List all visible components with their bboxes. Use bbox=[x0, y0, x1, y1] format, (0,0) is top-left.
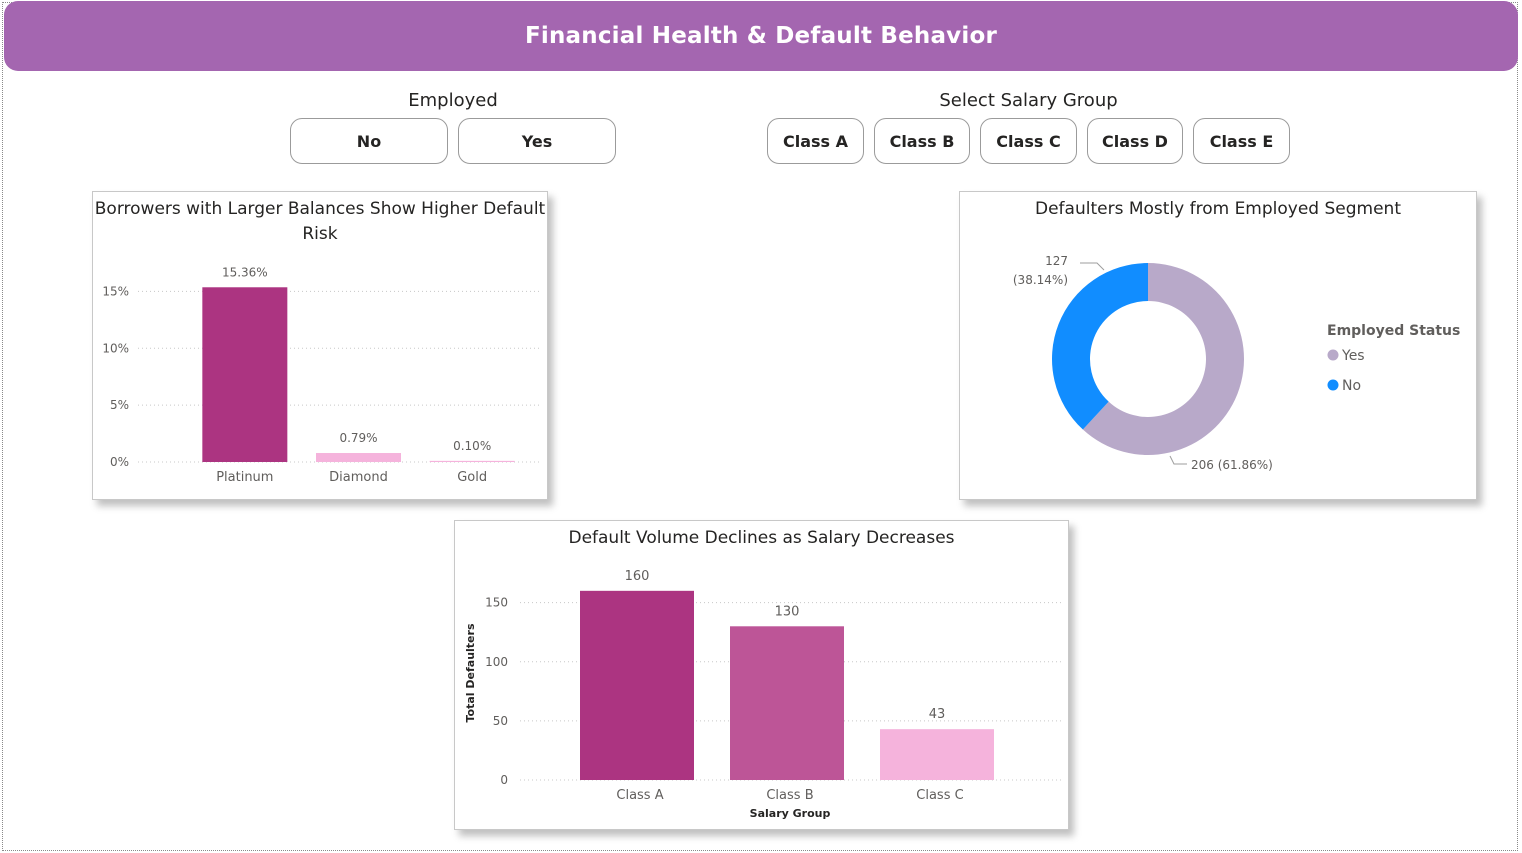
x-tick-label-class-a: Class A bbox=[616, 788, 663, 803]
salary-option-class-b[interactable]: Class B bbox=[874, 118, 970, 164]
bar-platinum bbox=[202, 287, 288, 462]
data-label-gold: 0.10% bbox=[453, 439, 491, 453]
y-tick-label: 5% bbox=[110, 398, 129, 412]
salary-option-class-a[interactable]: Class A bbox=[767, 118, 864, 164]
employed-option-no[interactable]: No bbox=[290, 118, 448, 164]
balance-chart-card[interactable]: Borrowers with Larger Balances Show High… bbox=[92, 191, 548, 500]
bar-gold bbox=[429, 460, 515, 462]
y-tick-label: 10% bbox=[102, 341, 129, 355]
y-tick-label: 15% bbox=[102, 284, 129, 298]
leader-line-yes bbox=[1169, 455, 1187, 465]
legend-label-no: No bbox=[1342, 378, 1361, 394]
bar-class-c bbox=[880, 729, 994, 780]
legend-marker-no bbox=[1327, 379, 1339, 391]
data-label-platinum: 15.36% bbox=[222, 265, 268, 279]
data-label-class-b: 130 bbox=[775, 604, 800, 619]
report-title: Financial Health & Default Behavior bbox=[524, 23, 997, 49]
data-label-no-percent: (38.14%) bbox=[1013, 273, 1068, 287]
salary-option-class-e[interactable]: Class E bbox=[1193, 118, 1290, 164]
employed-option-yes[interactable]: Yes bbox=[458, 118, 616, 164]
x-tick-label-class-c: Class C bbox=[916, 788, 963, 803]
bar-class-b bbox=[730, 626, 844, 780]
report-header: Financial Health & Default Behavior bbox=[4, 1, 1518, 71]
employed-donut-card[interactable]: Defaulters Mostly from Employed Segment … bbox=[959, 191, 1477, 500]
legend-marker-yes bbox=[1327, 349, 1339, 361]
y-tick-label: 50 bbox=[493, 714, 508, 728]
x-axis-title: Salary Group bbox=[750, 807, 831, 820]
leader-line-no bbox=[1080, 262, 1105, 271]
y-tick-label: 150 bbox=[485, 596, 508, 610]
y-tick-label: 0 bbox=[500, 773, 508, 787]
data-label-no-count: 127 bbox=[1045, 254, 1068, 268]
x-tick-label-diamond: Diamond bbox=[329, 470, 388, 485]
y-tick-label: 100 bbox=[485, 655, 508, 669]
salary-chart-card[interactable]: Default Volume Declines as Salary Decrea… bbox=[454, 520, 1069, 830]
y-axis-title: Total Defaulters bbox=[464, 623, 477, 722]
data-label-diamond: 0.79% bbox=[339, 431, 377, 445]
data-label-class-c: 43 bbox=[929, 707, 946, 722]
data-label-class-a: 160 bbox=[625, 569, 650, 584]
y-tick-label: 0% bbox=[110, 455, 129, 469]
x-tick-label-gold: Gold bbox=[457, 470, 487, 485]
data-label-yes: 206 (61.86%) bbox=[1191, 458, 1273, 472]
x-tick-label-class-b: Class B bbox=[766, 788, 813, 803]
bar-class-a bbox=[580, 590, 694, 780]
bar-diamond bbox=[316, 453, 401, 462]
employed-donut-chart: 206 (61.86%) 127 (38.14%) Employed Status Ye… bbox=[1013, 254, 1460, 472]
x-tick-label-platinum: Platinum bbox=[216, 470, 273, 485]
salary-option-class-c[interactable]: Class C bbox=[980, 118, 1077, 164]
legend-label-yes: Yes bbox=[1341, 348, 1365, 364]
employed-slicer-title: Employed bbox=[408, 90, 498, 111]
balance-bar-chart: 0% 5% 10% 15% 15.36% Platinum 0.79% Diamond 0.10… bbox=[102, 265, 539, 485]
legend-title: Employed Status bbox=[1327, 323, 1460, 339]
salary-bar-chart: 0 50 100 150 160 Class A 130 Class B 43 Class C Sa… bbox=[464, 569, 1061, 820]
salary-slicer-title: Select Salary Group bbox=[939, 90, 1118, 111]
salary-option-class-d[interactable]: Class D bbox=[1087, 118, 1183, 164]
donut-slice-no bbox=[1052, 263, 1148, 430]
